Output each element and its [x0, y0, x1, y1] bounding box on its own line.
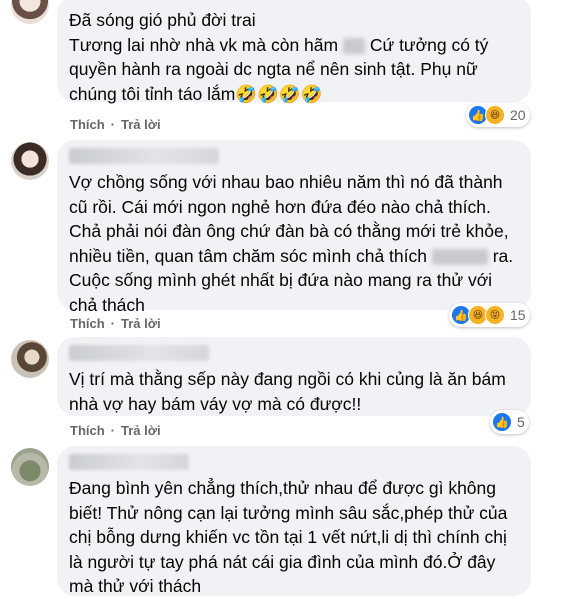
avatar[interactable]: [11, 448, 49, 486]
comment-bubble: Đang bình yên chẳng thích,thử nhau để đư…: [57, 446, 531, 596]
avatar[interactable]: [11, 142, 49, 180]
comment-actions: Thích · Trả lời: [70, 423, 161, 438]
comment-bubble: Đã sóng gió phủ đời trai Tương lai nhờ n…: [57, 0, 531, 104]
avatar[interactable]: [11, 340, 49, 378]
like-link[interactable]: Thích: [70, 423, 105, 438]
comment-text: Đang bình yên chẳng thích,thử nhau để đư…: [69, 478, 508, 596]
author-name[interactable]: [69, 148, 219, 164]
author-name[interactable]: [69, 454, 189, 470]
like-link[interactable]: Thích: [70, 117, 105, 132]
reaction-count: 15: [510, 307, 526, 323]
like-icon: 👍: [492, 412, 512, 432]
comment-actions: Thích · Trả lời: [70, 316, 161, 331]
reaction-count: 5: [517, 414, 525, 430]
comment-bubble: Vợ chồng sống với nhau bao nhiêu năm thì…: [57, 140, 531, 315]
haha-icon: 😝: [485, 305, 505, 325]
comment-bubble: Vị trí mà thằng sếp này đang ngồi có khi…: [57, 337, 531, 416]
reaction-count: 20: [510, 107, 526, 123]
author-name[interactable]: [69, 345, 209, 361]
censored-word: [342, 37, 365, 54]
reply-link[interactable]: Trả lời: [121, 316, 161, 331]
comment-text: Vợ chồng sống với nhau bao nhiêu năm thì…: [69, 172, 514, 315]
haha-icon: 😆: [485, 105, 505, 125]
reaction-summary[interactable]: 👍 😆 20: [466, 103, 530, 127]
reaction-summary[interactable]: 👍 5: [490, 410, 529, 434]
avatar[interactable]: [11, 0, 49, 24]
censored-word: [431, 248, 488, 265]
comment-text: Vị trí mà thằng sếp này đang ngồi có khi…: [69, 369, 506, 414]
reaction-summary[interactable]: 👍 😆 😝 15: [449, 303, 530, 327]
comment-text: Đã sóng gió phủ đời trai Tương lai nhờ n…: [69, 10, 489, 104]
like-link[interactable]: Thích: [70, 316, 105, 331]
comment-actions: Thích · Trả lời: [70, 117, 161, 132]
reply-link[interactable]: Trả lời: [121, 423, 161, 438]
reply-link[interactable]: Trả lời: [121, 117, 161, 132]
